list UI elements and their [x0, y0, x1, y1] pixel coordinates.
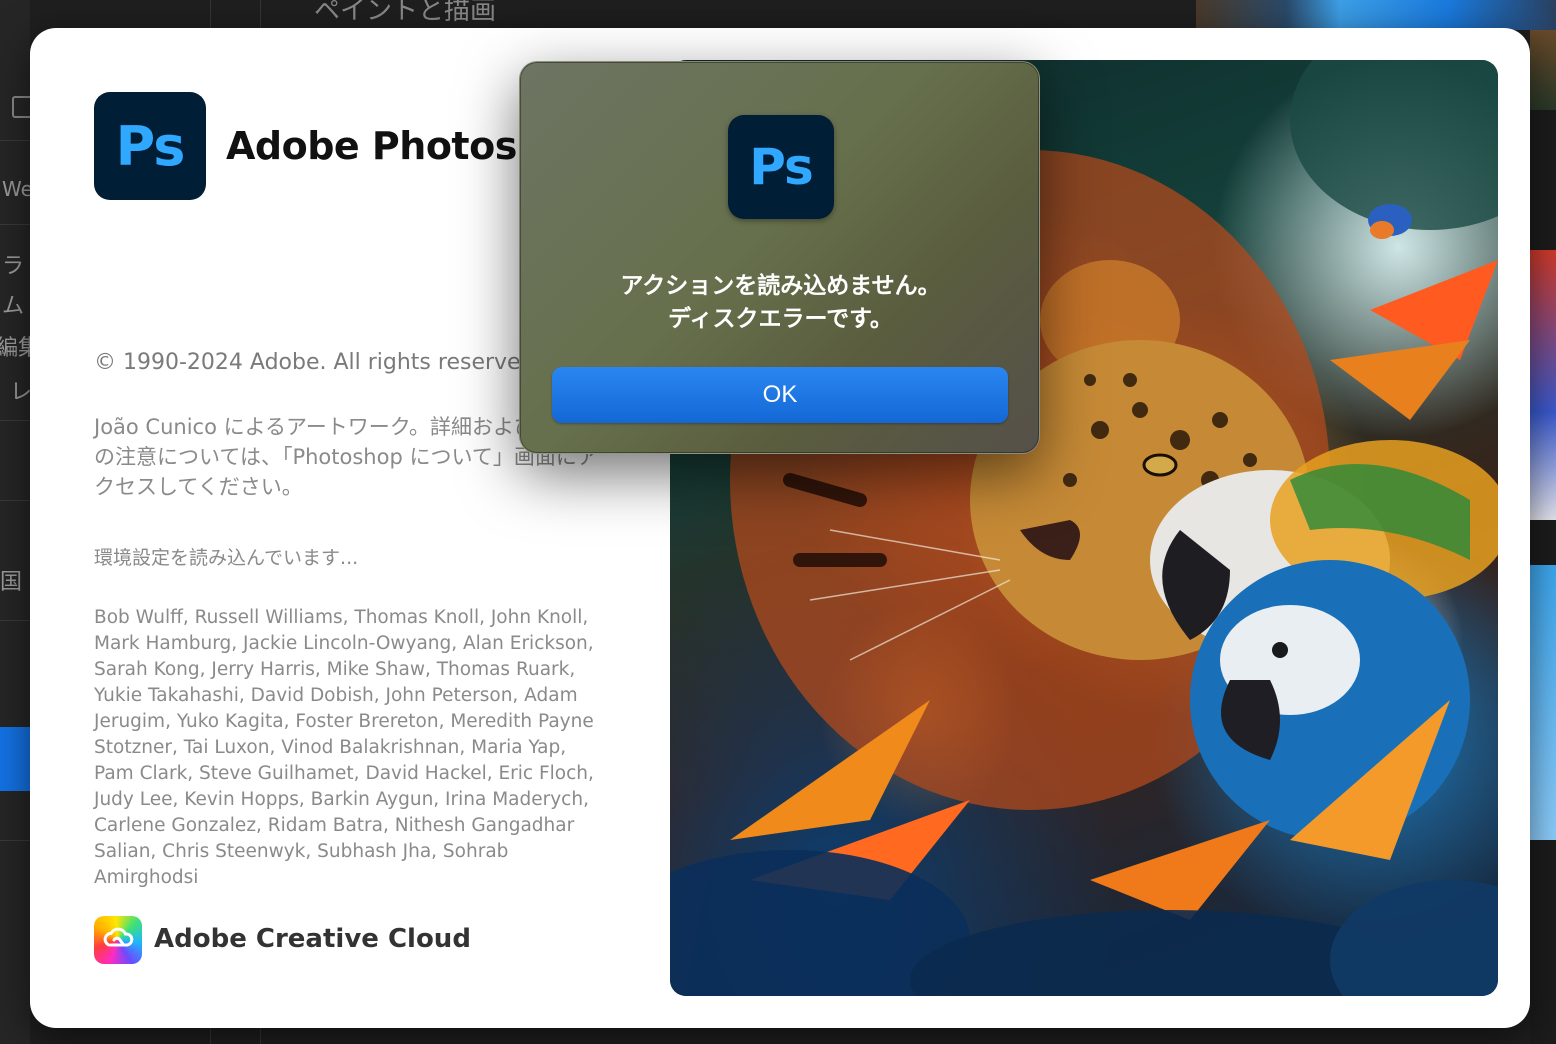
alert-message: アクションを読み込めません。 ディスクエラーです。: [540, 270, 1021, 336]
background-thumbnails: [1196, 0, 1556, 30]
background-left-panel: We ラ ム 編集 レ 国: [0, 0, 40, 1044]
loading-status: 環境設定を読み込んでいます...: [94, 547, 359, 569]
copyright-text: © 1990-2024 Adobe. All rights reserved.: [94, 350, 542, 375]
alert-message-line-1: アクションを読み込めません。: [620, 273, 941, 299]
background-left-text: 国: [0, 570, 23, 595]
background-left-text: ラ: [2, 254, 25, 279]
background-thumbnail[interactable]: [1530, 565, 1556, 840]
credits-list: Bob Wulff, Russell Williams, Thomas Knol…: [94, 607, 594, 888]
alert-message-line-2: ディスクエラーです。: [668, 306, 893, 332]
background-right-strip: [1530, 30, 1556, 1044]
photoshop-logo-icon: Ps: [94, 92, 206, 200]
background-left-text: We: [2, 177, 33, 201]
photoshop-app-icon: Ps: [728, 115, 834, 219]
creative-cloud-name: Adobe Creative Cloud: [154, 924, 471, 954]
background-left-text: ム: [2, 294, 25, 319]
background-section-title: ペイントと描画: [314, 0, 497, 26]
photoshop-app-icon-text: Ps: [749, 138, 814, 196]
ok-button[interactable]: OK: [552, 367, 1008, 423]
creative-cloud-icon: [94, 916, 142, 964]
background-selected-item[interactable]: [0, 727, 30, 791]
background-thumbnail[interactable]: [1530, 30, 1556, 110]
background-left-text: レ: [10, 380, 33, 405]
photoshop-logo-text: Ps: [115, 114, 186, 178]
error-alert-dialog: Ps アクションを読み込めません。 ディスクエラーです。 OK: [519, 61, 1040, 454]
background-thumbnail[interactable]: [1530, 250, 1556, 520]
